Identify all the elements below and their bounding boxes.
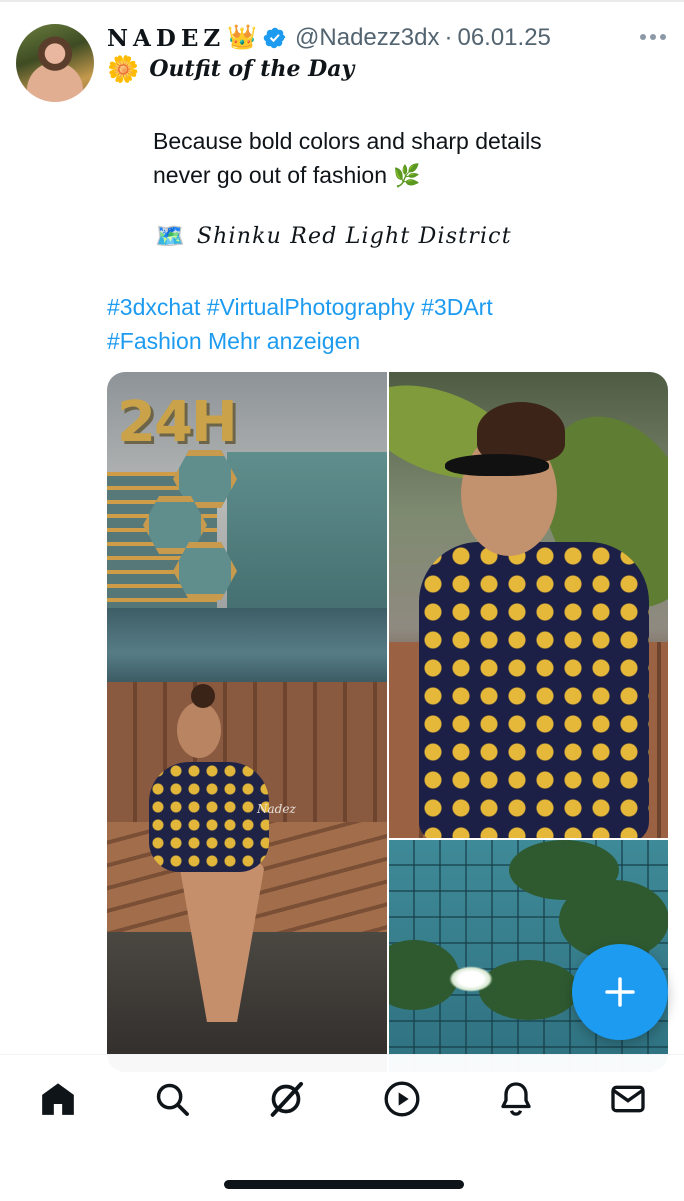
avatar[interactable] xyxy=(16,24,94,102)
location-text: Shinku Red Light District xyxy=(196,224,512,249)
mail-icon xyxy=(611,1085,645,1113)
crown-icon: 👑 xyxy=(227,24,258,51)
post-date[interactable]: 06.01.25 xyxy=(457,24,550,52)
display-name[interactable]: NADEZ xyxy=(107,25,225,52)
hashtag-link[interactable]: #VirtualPhotography xyxy=(207,294,415,320)
plus-icon xyxy=(605,977,635,1007)
hashtag-link[interactable]: #Fashion xyxy=(107,328,202,354)
photo-top-right[interactable] xyxy=(389,372,668,838)
sunflower-icon: 🌼 xyxy=(107,54,140,84)
hashtag-block: #3dxchat #VirtualPhotography #3DArt #Fas… xyxy=(107,290,647,358)
bottom-nav xyxy=(0,1054,684,1201)
search-icon xyxy=(156,1083,189,1116)
bell-icon xyxy=(501,1082,531,1116)
grok-icon xyxy=(270,1082,303,1117)
neon-sign-text: 24H xyxy=(117,390,238,455)
compose-button[interactable] xyxy=(572,944,668,1040)
show-more-link[interactable]: Mehr anzeigen xyxy=(208,328,360,354)
watermark-signature: Nadez xyxy=(257,802,296,816)
home-icon xyxy=(42,1083,74,1115)
more-options-icon[interactable] xyxy=(640,34,666,42)
body-line-1: Because bold colors and sharp details xyxy=(153,128,542,154)
post-header: NADEZ 👑 @Nadezz3dx · 06.01.25 xyxy=(107,22,551,54)
photo-left[interactable]: 24H Nadez xyxy=(107,372,387,1072)
body-line-2-text: never go out of fashion xyxy=(153,162,387,188)
nav-notifications[interactable] xyxy=(494,1077,538,1121)
leaf-icon: 🌿 xyxy=(393,163,421,188)
nav-video[interactable] xyxy=(380,1077,424,1121)
post-title: Outfit of the Day xyxy=(149,56,355,82)
top-divider xyxy=(0,0,684,2)
verified-badge-icon[interactable] xyxy=(263,26,287,50)
post-body: Because bold colors and sharp details ne… xyxy=(153,124,633,193)
nav-search[interactable] xyxy=(150,1077,194,1121)
nav-messages[interactable] xyxy=(606,1077,650,1121)
map-icon: 🗺️ xyxy=(155,222,185,250)
video-icon xyxy=(384,1081,420,1117)
post-title-line: 🌼 Outfit of the Day xyxy=(107,56,354,82)
location-line: 🗺️ Shinku Red Light District xyxy=(155,224,512,249)
author-handle[interactable]: @Nadezz3dx xyxy=(295,24,439,52)
home-indicator xyxy=(224,1180,464,1189)
nav-home[interactable] xyxy=(36,1077,80,1121)
hashtag-link[interactable]: #3dxchat xyxy=(107,294,200,320)
separator-dot: · xyxy=(444,24,453,51)
nav-grok[interactable] xyxy=(264,1077,308,1121)
hashtag-link[interactable]: #3DArt xyxy=(421,294,493,320)
body-line-2: never go out of fashion 🌿 xyxy=(153,158,633,193)
